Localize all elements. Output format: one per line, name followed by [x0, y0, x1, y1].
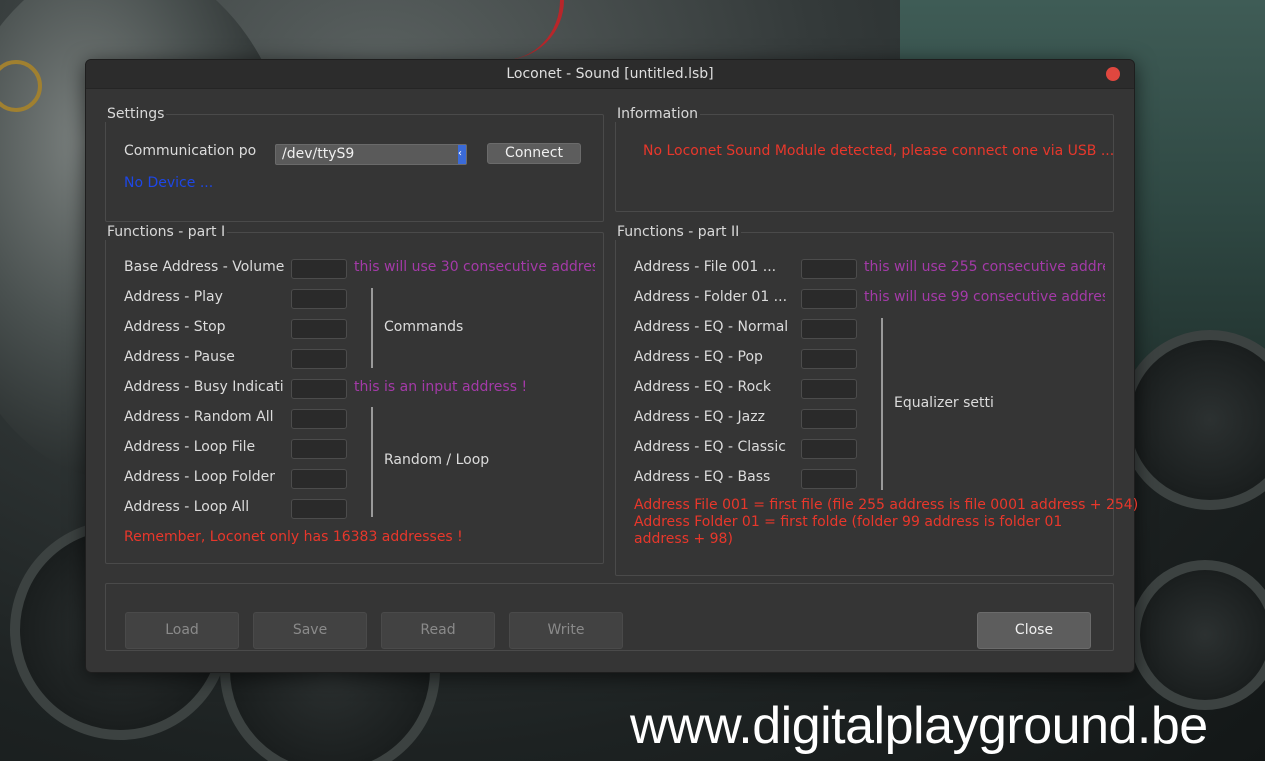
functions-part1-title: Functions - part I — [105, 224, 228, 240]
information-group — [615, 114, 1114, 212]
address-pause-label: Address - Pause — [124, 349, 235, 365]
address-loop-folder-label: Address - Loop Folder — [124, 469, 275, 485]
equalizer-bracket — [881, 318, 883, 490]
communication-port-value: /dev/ttyS9 — [282, 146, 355, 162]
address-random-all-label: Address - Random All — [124, 409, 274, 425]
address-eq-normal-label: Address - EQ - Normal — [634, 319, 789, 335]
address-eq-jazz-label: Address - EQ - Jazz — [634, 409, 765, 425]
address-eq-pop-input[interactable] — [801, 349, 857, 369]
reminder-text: Remember, Loconet only has 16383 address… — [124, 529, 463, 545]
address-loop-file-input[interactable] — [291, 439, 347, 459]
address-eq-classic-input[interactable] — [801, 439, 857, 459]
information-title: Information — [615, 106, 701, 122]
connect-button[interactable]: Connect — [487, 143, 581, 164]
address-play-label: Address - Play — [124, 289, 223, 305]
address-stop-label: Address - Stop — [124, 319, 226, 335]
base-address-volume-label: Base Address - Volume — [124, 259, 284, 275]
commands-bracket — [371, 288, 373, 368]
window-title: Loconet - Sound [untitled.lsb] — [506, 66, 714, 82]
address-loop-file-label: Address - Loop File — [124, 439, 256, 455]
base-address-volume-input[interactable] — [291, 259, 347, 279]
address-folder-label: Address - Folder 01 ... — [634, 289, 788, 305]
address-eq-pop-label: Address - EQ - Pop — [634, 349, 763, 365]
commands-label: Commands — [384, 319, 464, 335]
watermark-text: www.digitalplayground.be — [630, 697, 1208, 755]
address-loop-folder-input[interactable] — [291, 469, 347, 489]
volume-note: this will use 30 consecutive addresses — [354, 259, 595, 275]
random-loop-label: Random / Loop — [384, 452, 490, 468]
file-note: this will use 255 consecutive addresses — [864, 259, 1105, 275]
settings-group — [105, 114, 604, 222]
busy-note: this is an input address ! — [354, 379, 528, 395]
load-button[interactable]: Load — [125, 612, 239, 649]
read-button[interactable]: Read — [381, 612, 495, 649]
address-file-label: Address - File 001 ... — [634, 259, 777, 275]
communication-port-label: Communication por — [124, 143, 256, 159]
address-eq-bass-input[interactable] — [801, 469, 857, 489]
red-stripe — [500, 0, 564, 60]
address-file-input[interactable] — [801, 259, 857, 279]
address-folder-input[interactable] — [801, 289, 857, 309]
write-button[interactable]: Write — [509, 612, 623, 649]
settings-title: Settings — [105, 106, 167, 122]
folder-note: this will use 99 consecutive addresses — [864, 289, 1105, 305]
equalizer-label: Equalizer settings — [894, 395, 994, 411]
address-busy-indication-input[interactable] — [291, 379, 347, 399]
loconet-sound-window: Loconet - Sound [untitled.lsb] Settings … — [85, 59, 1139, 673]
random-loop-bracket — [371, 407, 373, 517]
information-message: No Loconet Sound Module detected, please… — [643, 143, 1115, 159]
save-button[interactable]: Save — [253, 612, 367, 649]
close-button[interactable]: Close — [977, 612, 1091, 649]
address-eq-jazz-input[interactable] — [801, 409, 857, 429]
address-busy-indication-label: Address - Busy Indicatio — [124, 379, 284, 395]
address-eq-rock-input[interactable] — [801, 379, 857, 399]
address-loop-all-label: Address - Loop All — [124, 499, 250, 515]
address-pause-input[interactable] — [291, 349, 347, 369]
window-close-icon[interactable] — [1106, 67, 1120, 81]
wheel — [1130, 560, 1265, 710]
communication-port-select[interactable]: /dev/ttyS9 ‹ — [275, 144, 467, 165]
address-eq-bass-label: Address - EQ - Bass — [634, 469, 771, 485]
file-info-line-1: Address File 001 = first file (file 255 … — [634, 497, 1139, 513]
file-info-line-2: Address Folder 01 = first folde (folder … — [634, 514, 1063, 530]
address-play-input[interactable] — [291, 289, 347, 309]
address-stop-input[interactable] — [291, 319, 347, 339]
functions-part2-title: Functions - part II — [615, 224, 742, 240]
title-bar[interactable]: Loconet - Sound [untitled.lsb] — [86, 60, 1134, 89]
device-status: No Device ... — [124, 175, 214, 191]
address-eq-classic-label: Address - EQ - Classic — [634, 439, 786, 455]
file-info-line-3: address + 98) — [634, 531, 733, 547]
address-eq-normal-input[interactable] — [801, 319, 857, 339]
chevron-down-icon[interactable]: ‹ — [458, 145, 466, 164]
address-random-all-input[interactable] — [291, 409, 347, 429]
address-loop-all-input[interactable] — [291, 499, 347, 519]
address-eq-rock-label: Address - EQ - Rock — [634, 379, 771, 395]
